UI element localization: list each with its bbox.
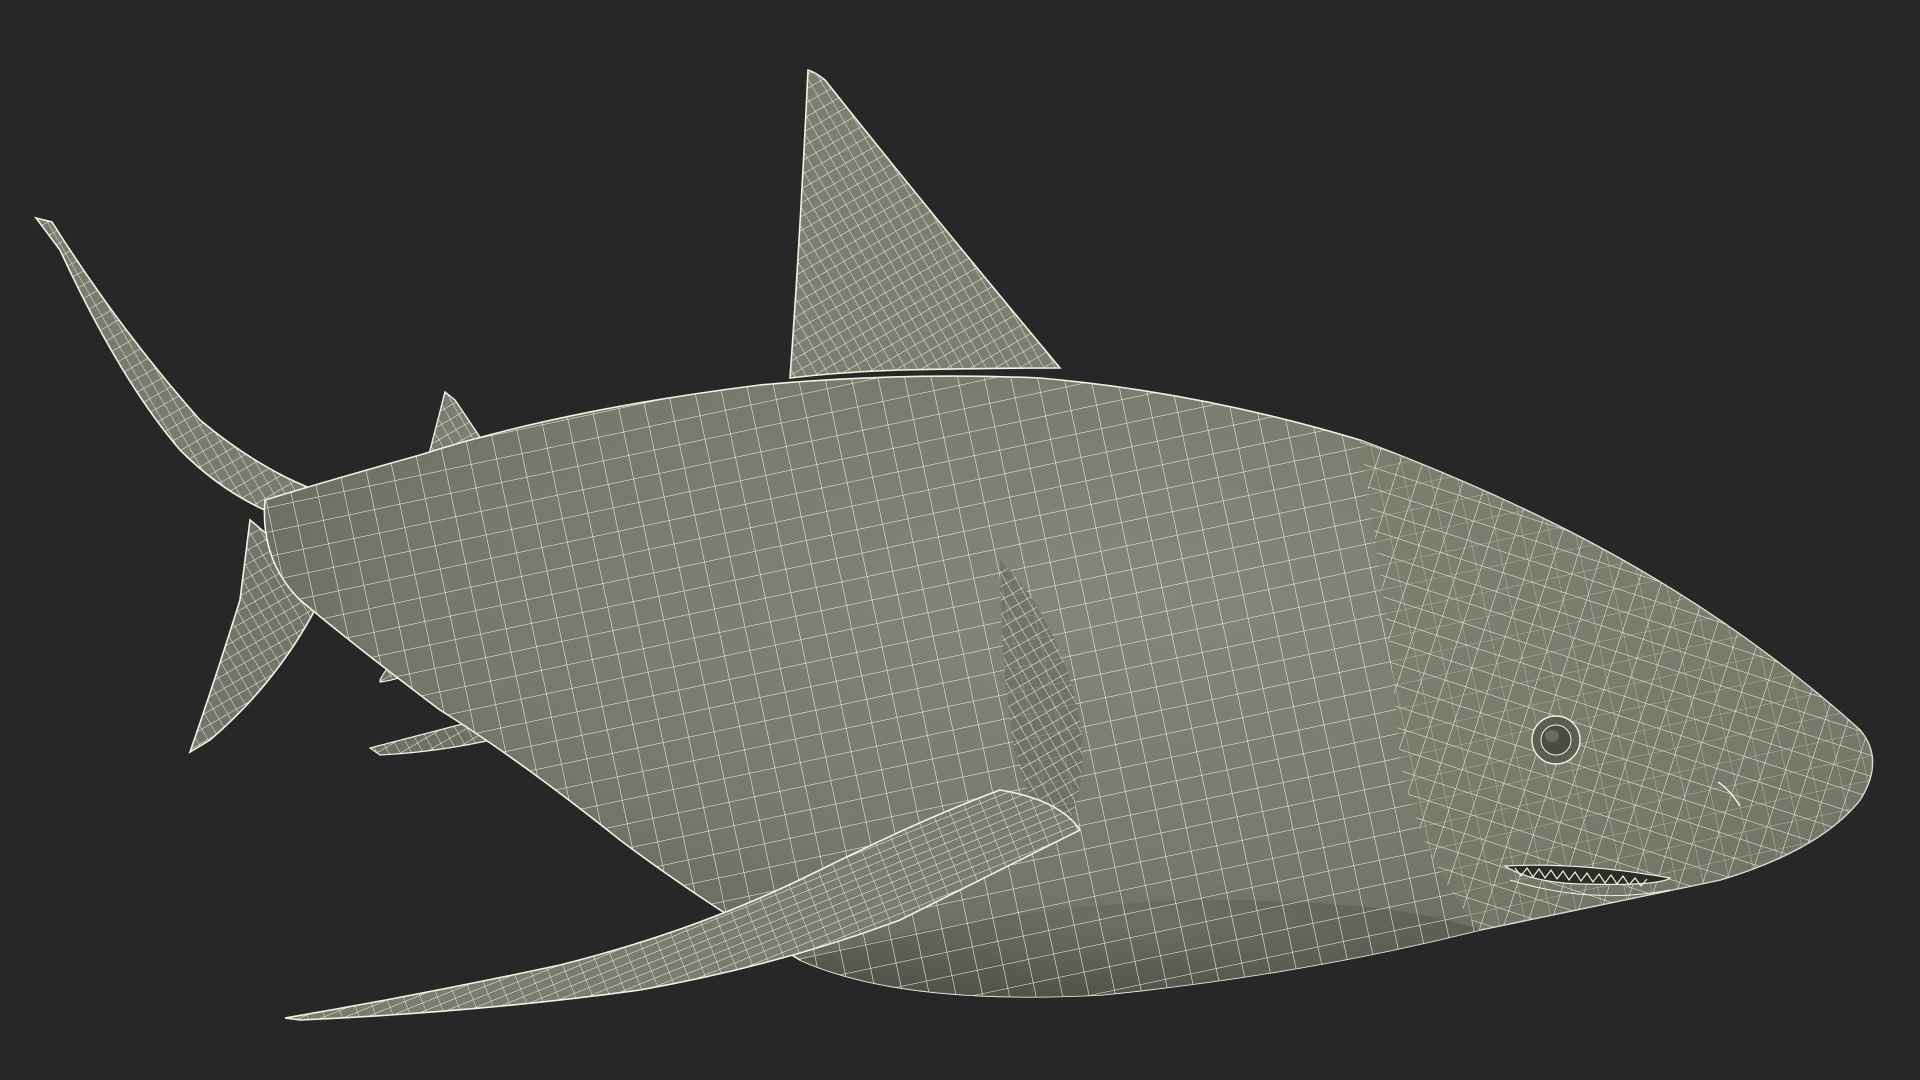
eye: [1531, 715, 1581, 765]
render-viewport: [0, 0, 1920, 1080]
first-dorsal-fin: [789, 68, 1062, 379]
shark-head: [1360, 440, 1873, 930]
shark-wireframe-render: [34, 68, 1874, 1021]
tail-fin-upper: [34, 216, 322, 521]
